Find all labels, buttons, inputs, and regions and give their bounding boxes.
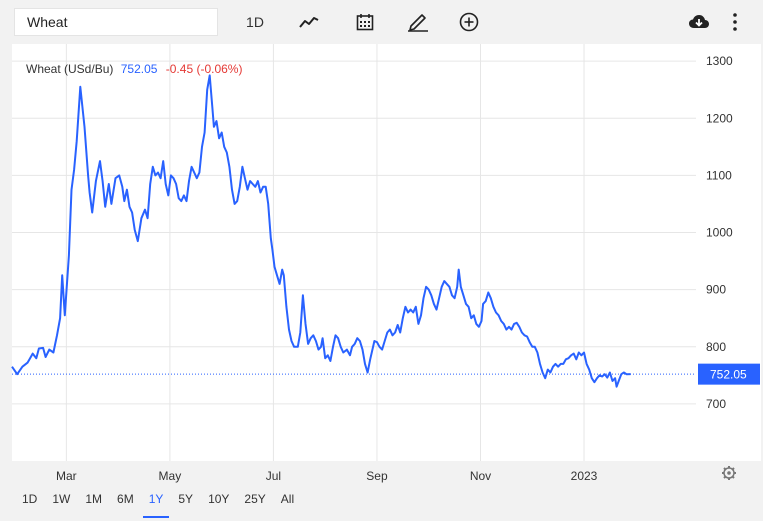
y-tick-label: 900: [706, 283, 726, 297]
y-tick-label: 1200: [706, 111, 733, 125]
y-tick-label: 700: [706, 397, 726, 411]
range-button-1y[interactable]: 1Y: [142, 486, 169, 518]
range-button-6m[interactable]: 6M: [117, 486, 134, 512]
x-tick-label: May: [159, 469, 182, 483]
range-button-5y[interactable]: 5Y: [178, 486, 193, 512]
range-button-10y[interactable]: 10Y: [208, 486, 229, 512]
x-tick-label: Mar: [56, 469, 77, 483]
x-tick-label: Nov: [470, 469, 491, 483]
y-tick-label: 1000: [706, 226, 733, 240]
y-tick-label: 1300: [706, 54, 733, 68]
y-tick-label: 1100: [706, 168, 732, 182]
instrument-name: Wheat (USd/Bu): [26, 62, 114, 76]
range-button-1d[interactable]: 1D: [22, 486, 37, 512]
wheat-line-chart[interactable]: 1300 1200 1100 1000 900 800 700 Mar May Jul Sep No…: [0, 0, 763, 521]
settings-gear-icon[interactable]: [722, 466, 736, 480]
range-button-1w[interactable]: 1W: [52, 486, 70, 512]
price-change: -0.45 (-0.06%): [165, 62, 243, 76]
range-button-1m[interactable]: 1M: [85, 486, 102, 512]
last-price: 752.05: [120, 62, 158, 76]
quote-header: Wheat (USd/Bu) 752.05 -0.45 (-0.06%): [26, 62, 242, 76]
range-button-all[interactable]: All: [281, 486, 294, 512]
x-tick-label: 2023: [571, 469, 598, 483]
x-tick-label: Jul: [266, 469, 281, 483]
last-price-label: 752.05: [710, 368, 747, 382]
range-selector: 1D 1W 1M 6M 1Y 5Y 10Y 25Y All: [22, 486, 309, 518]
price-series-line: [11, 74, 631, 388]
range-button-25y[interactable]: 25Y: [244, 486, 265, 512]
y-tick-label: 800: [706, 340, 726, 354]
last-price-badge: 752.05: [698, 363, 760, 385]
x-tick-label: Sep: [366, 469, 388, 483]
